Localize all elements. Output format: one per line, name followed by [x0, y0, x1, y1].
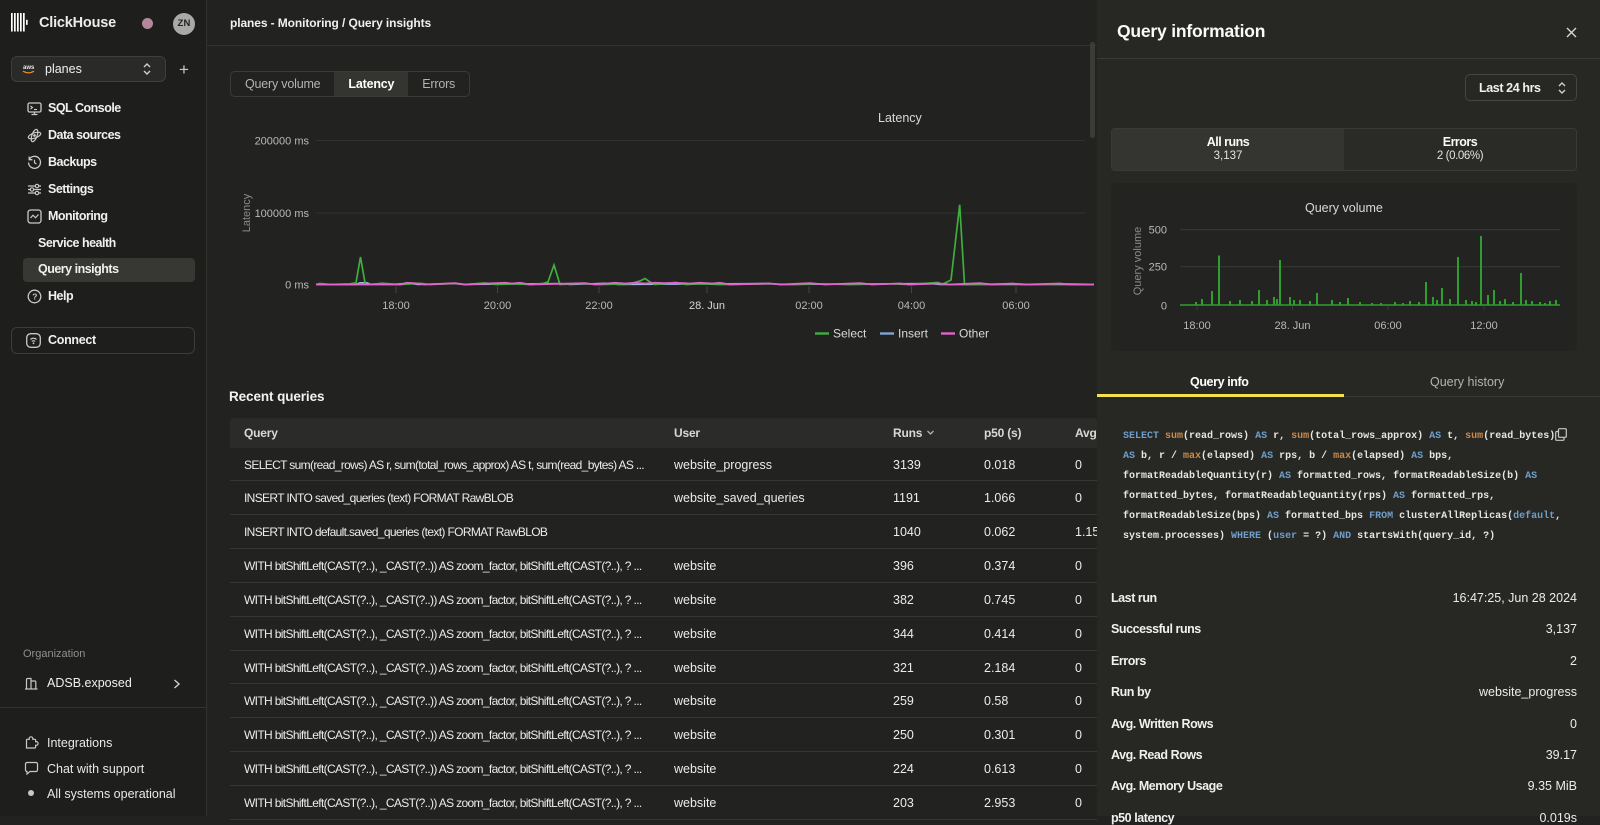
svg-text:?: ?: [32, 291, 37, 301]
svg-text:28. Jun: 28. Jun: [1274, 320, 1310, 332]
svg-text:28. Jun: 28. Jun: [689, 300, 725, 312]
svg-text:02:00: 02:00: [795, 300, 823, 312]
svg-text:18:00: 18:00: [1183, 320, 1211, 332]
svg-text:aws: aws: [23, 65, 35, 71]
svg-text:250: 250: [1149, 262, 1167, 274]
svg-text:22:00: 22:00: [585, 300, 613, 312]
svg-text:Insert: Insert: [898, 327, 929, 341]
svg-text:06:00: 06:00: [1002, 300, 1030, 312]
svg-text:04:00: 04:00: [898, 300, 926, 312]
svg-text:200000 ms: 200000 ms: [255, 136, 310, 148]
svg-text:12:00: 12:00: [1470, 320, 1498, 332]
svg-text:18:00: 18:00: [382, 300, 410, 312]
svg-text:100000 ms: 100000 ms: [255, 208, 310, 220]
svg-text:0: 0: [1161, 300, 1167, 312]
svg-text:500: 500: [1149, 225, 1167, 237]
svg-text:Select: Select: [833, 327, 867, 341]
svg-text:20:00: 20:00: [484, 300, 512, 312]
svg-text:06:00: 06:00: [1374, 320, 1402, 332]
svg-text:0 ms: 0 ms: [285, 280, 309, 292]
svg-text:Other: Other: [959, 327, 989, 341]
